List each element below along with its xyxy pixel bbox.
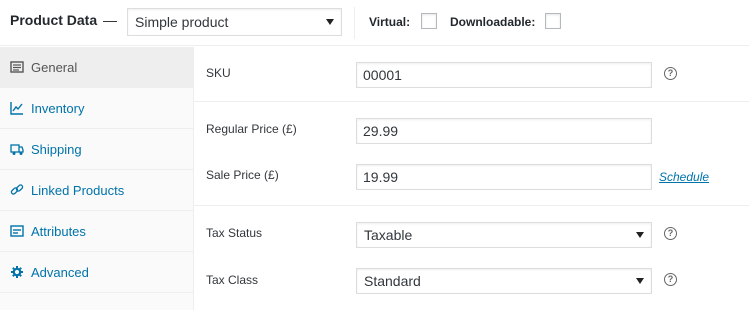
schedule-link[interactable]: Schedule bbox=[659, 170, 709, 184]
tax-group: Tax Status Taxable ? Tax Class Standard … bbox=[194, 206, 749, 310]
tax-class-label: Tax Class bbox=[206, 273, 259, 287]
sale-price-value: 19.99 bbox=[363, 169, 399, 185]
help-icon[interactable]: ? bbox=[664, 67, 677, 80]
tab-shipping-label: Shipping bbox=[31, 142, 82, 157]
sku-input[interactable]: 00001 bbox=[356, 62, 652, 88]
regular-price-label: Regular Price (£) bbox=[206, 122, 297, 136]
tab-general[interactable]: General bbox=[0, 47, 193, 88]
tab-advanced-label: Advanced bbox=[31, 265, 89, 280]
general-panel: SKU 00001 ? Regular Price (£) 29.99 Sale… bbox=[194, 47, 749, 310]
regular-price-input[interactable]: 29.99 bbox=[356, 118, 652, 144]
chevron-down-icon bbox=[636, 232, 644, 238]
downloadable-checkbox[interactable] bbox=[545, 13, 561, 29]
tab-attributes[interactable]: Attributes bbox=[0, 211, 193, 252]
title-dash: — bbox=[103, 12, 117, 28]
general-icon bbox=[10, 61, 24, 73]
tab-general-label: General bbox=[31, 60, 78, 75]
tax-status-label: Tax Status bbox=[206, 226, 263, 240]
chevron-down-icon bbox=[326, 19, 334, 25]
sku-label: SKU bbox=[206, 66, 231, 80]
tab-linked-products[interactable]: Linked Products bbox=[0, 170, 193, 211]
product-data-title: Product Data bbox=[10, 12, 98, 28]
help-icon[interactable]: ? bbox=[664, 227, 677, 240]
tax-class-select[interactable]: Standard bbox=[356, 268, 652, 294]
price-group: Regular Price (£) 29.99 Sale Price (£) 1… bbox=[194, 102, 749, 206]
tab-inventory[interactable]: Inventory bbox=[0, 88, 193, 129]
attributes-icon bbox=[10, 225, 24, 237]
tab-shipping[interactable]: Shipping bbox=[0, 129, 193, 170]
sku-group: SKU 00001 ? bbox=[194, 47, 749, 102]
tab-inventory-label: Inventory bbox=[31, 101, 85, 116]
tab-linked-products-label: Linked Products bbox=[31, 183, 125, 198]
virtual-label: Virtual: bbox=[369, 15, 411, 29]
virtual-checkbox[interactable] bbox=[421, 13, 437, 29]
sale-price-label: Sale Price (£) bbox=[206, 168, 279, 182]
tab-attributes-label: Attributes bbox=[31, 224, 86, 239]
sale-price-input[interactable]: 19.99 bbox=[356, 164, 652, 190]
product-type-value: Simple product bbox=[135, 14, 229, 30]
product-data-tabs: General Inventory Shipping Linked Produc… bbox=[0, 47, 194, 310]
tab-advanced[interactable]: Advanced bbox=[0, 252, 193, 293]
tax-status-value: Taxable bbox=[364, 227, 413, 243]
chevron-down-icon bbox=[636, 278, 644, 284]
gear-icon bbox=[11, 266, 23, 278]
downloadable-label: Downloadable: bbox=[450, 15, 536, 29]
sku-value: 00001 bbox=[363, 67, 402, 83]
header-divider bbox=[354, 7, 355, 39]
product-type-select[interactable]: Simple product bbox=[127, 8, 342, 36]
tax-class-value: Standard bbox=[364, 273, 421, 289]
link-icon bbox=[10, 184, 24, 195]
inventory-icon bbox=[10, 102, 23, 115]
tax-status-select[interactable]: Taxable bbox=[356, 222, 652, 248]
truck-icon bbox=[10, 144, 24, 155]
help-icon[interactable]: ? bbox=[664, 273, 677, 286]
regular-price-value: 29.99 bbox=[363, 123, 399, 139]
product-data-header: Product Data — Simple product Virtual: D… bbox=[0, 0, 749, 46]
